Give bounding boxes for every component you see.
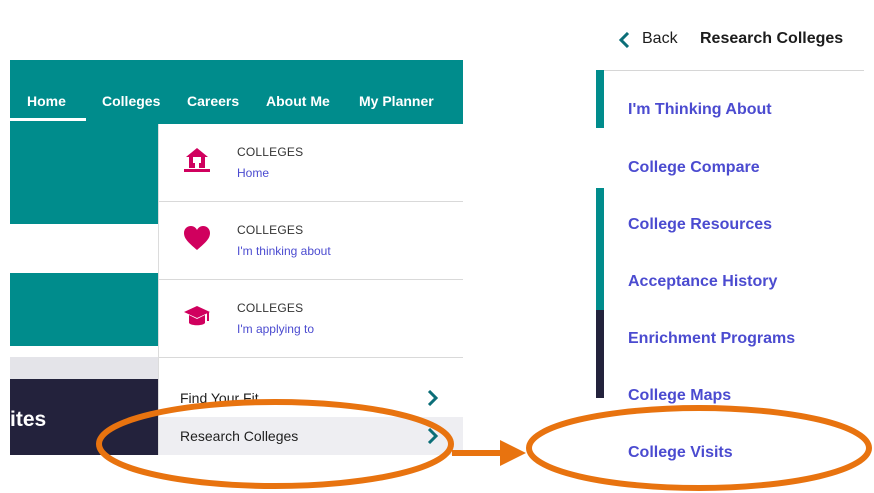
submenu-header: Back Research Colleges <box>604 10 864 71</box>
left-screenshot: Home Colleges Careers About Me My Planne… <box>10 60 463 455</box>
background-strip <box>596 70 604 128</box>
link-label: Find Your Fit <box>180 390 259 406</box>
nav-careers[interactable]: Careers <box>187 93 239 109</box>
background-banner <box>10 273 158 346</box>
chevron-left-icon[interactable] <box>618 32 630 48</box>
background-strip <box>596 188 604 310</box>
menu-item-college-maps[interactable]: College Maps <box>628 387 731 405</box>
card-sublabel: Home <box>237 166 270 180</box>
dropdown-card-applying-to[interactable]: COLLEGES I'm applying to <box>159 280 463 358</box>
card-category: COLLEGES <box>237 145 304 159</box>
background-strip <box>596 310 604 398</box>
chevron-right-icon <box>427 390 439 406</box>
nav-my-planner[interactable]: My Planner <box>359 93 434 109</box>
menu-item-acceptance-history[interactable]: Acceptance History <box>628 273 777 291</box>
dropdown-link-find-your-fit[interactable]: Find Your Fit <box>159 379 463 417</box>
right-screenshot: Back Research Colleges I'm Thinking Abou… <box>596 10 864 482</box>
dropdown-card-home[interactable]: COLLEGES Home <box>159 124 463 202</box>
background-banner <box>10 124 158 224</box>
chevron-right-icon <box>427 428 439 444</box>
arrow-head-icon <box>500 440 526 466</box>
menu-item-college-compare[interactable]: College Compare <box>628 159 760 177</box>
colleges-dropdown-menu: COLLEGES Home COLLEGES I'm thinking abou… <box>158 124 463 455</box>
submenu-title: Research Colleges <box>700 30 844 47</box>
card-sublabel: I'm thinking about <box>237 244 331 258</box>
heart-icon <box>184 226 210 250</box>
menu-item-college-resources[interactable]: College Resources <box>628 216 772 234</box>
dropdown-card-thinking-about[interactable]: COLLEGES I'm thinking about <box>159 202 463 280</box>
graduation-cap-icon <box>184 306 210 326</box>
nav-home[interactable]: Home <box>27 93 66 109</box>
background-strip <box>10 357 158 379</box>
link-label: Research Colleges <box>180 428 299 444</box>
card-category: COLLEGES <box>237 223 304 237</box>
card-category: COLLEGES <box>237 301 304 315</box>
nav-active-indicator <box>10 118 86 121</box>
top-nav-bar: Home Colleges Careers About Me My Planne… <box>10 60 463 124</box>
dropdown-link-research-colleges[interactable]: Research Colleges <box>159 417 463 455</box>
nav-about-me[interactable]: About Me <box>266 93 330 109</box>
back-button[interactable]: Back <box>642 30 678 48</box>
card-sublabel: I'm applying to <box>237 322 314 336</box>
menu-item-college-visits[interactable]: College Visits <box>628 444 733 462</box>
school-house-icon <box>184 148 210 172</box>
nav-colleges[interactable]: Colleges <box>102 93 160 109</box>
menu-item-thinking-about[interactable]: I'm Thinking About <box>628 101 772 119</box>
background-heading: ites <box>10 408 47 431</box>
menu-item-enrichment-programs[interactable]: Enrichment Programs <box>628 330 795 348</box>
